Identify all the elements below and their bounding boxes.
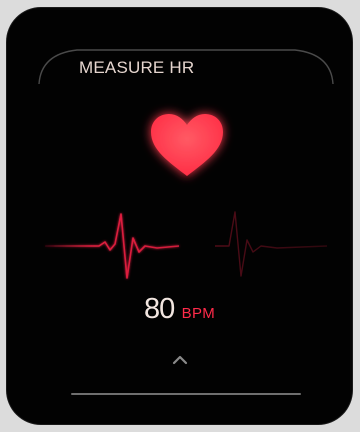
ecg-waveform: [45, 211, 328, 279]
heart-rate-unit: BPM: [181, 305, 216, 322]
screen-title: MEASURE HR: [79, 58, 195, 77]
heart-rate-readout: 80 BPM: [7, 293, 352, 326]
chevron-up-icon[interactable]: [171, 354, 189, 366]
bottom-divider: [71, 393, 301, 395]
watch-screen: MEASURE HR 80 BPM: [7, 8, 352, 424]
heart-rate-value: 80: [143, 293, 175, 325]
heart-icon: [139, 100, 235, 186]
